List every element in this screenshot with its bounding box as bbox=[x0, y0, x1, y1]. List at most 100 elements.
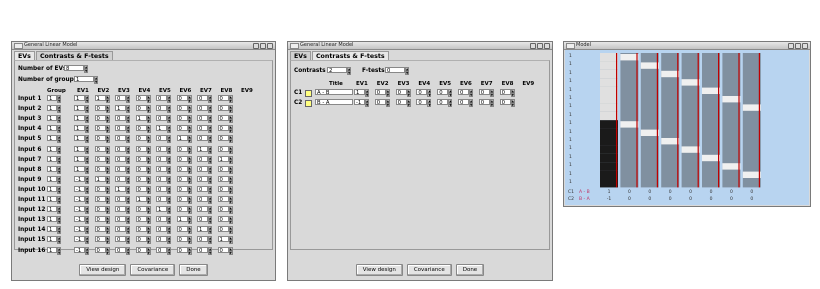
spin-icon[interactable]: ▲ ▼ bbox=[187, 216, 192, 225]
contrast-value-field[interactable]: 0 ▲ ▼ bbox=[437, 99, 453, 107]
ev-value-field[interactable]: 0 ▲ ▼ bbox=[156, 105, 171, 114]
group-field[interactable]: 1 ▲ ▼ bbox=[47, 246, 61, 255]
spin-icon[interactable]: ▲ ▼ bbox=[167, 226, 171, 235]
spin-icon[interactable]: ▲ ▼ bbox=[146, 115, 151, 124]
spin-icon[interactable]: ▲ ▼ bbox=[208, 145, 212, 154]
ev-value-field[interactable]: 1 ▲ ▼ bbox=[74, 105, 89, 114]
ev-value-field[interactable]: 0 ▲ ▼ bbox=[176, 125, 192, 134]
ev-value-field[interactable]: 0 ▲ ▼ bbox=[176, 206, 192, 215]
spin-icon[interactable]: ▲ ▼ bbox=[105, 135, 110, 144]
spin-icon[interactable]: ▲ ▼ bbox=[167, 206, 171, 215]
group-field[interactable]: 1 ▲ ▼ bbox=[47, 145, 61, 154]
ev-value-field[interactable]: 1 ▲ ▼ bbox=[94, 95, 110, 103]
ev-value-field[interactable]: 0 ▲ ▼ bbox=[217, 95, 233, 103]
group-field[interactable]: 1 ▲ ▼ bbox=[47, 185, 61, 194]
spin-icon[interactable]: ▲ ▼ bbox=[126, 196, 130, 204]
ev-value-field[interactable]: -1 ▲ ▼ bbox=[74, 226, 89, 235]
spin-icon[interactable]: ▲ ▼ bbox=[405, 67, 409, 75]
spin-icon[interactable]: ▲ ▼ bbox=[105, 115, 110, 124]
group-field[interactable]: 1 ▲ ▼ bbox=[47, 105, 61, 114]
ev-value-field[interactable]: 0 ▲ ▼ bbox=[197, 185, 212, 194]
spin-icon[interactable]: ▲ ▼ bbox=[105, 246, 110, 255]
ev-value-field[interactable]: 0 ▲ ▼ bbox=[217, 196, 233, 204]
spin-icon[interactable]: ▲ ▼ bbox=[57, 175, 61, 184]
spin-icon[interactable]: ▲ ▼ bbox=[85, 165, 89, 174]
ev-value-field[interactable]: 0 ▲ ▼ bbox=[197, 105, 212, 114]
ev-value-field[interactable]: -1 ▲ ▼ bbox=[74, 206, 89, 215]
spin-icon[interactable]: ▲ ▼ bbox=[126, 95, 130, 103]
spin-icon[interactable]: ▲ ▼ bbox=[187, 155, 192, 164]
spin-icon[interactable]: ▲ ▼ bbox=[105, 105, 110, 114]
ev-value-field[interactable]: 1 ▲ ▼ bbox=[176, 135, 192, 144]
spin-icon[interactable]: ▲ ▼ bbox=[126, 185, 130, 194]
spin-icon[interactable]: ▲ ▼ bbox=[85, 185, 89, 194]
spin-icon[interactable]: ▲ ▼ bbox=[85, 175, 89, 184]
ev-value-field[interactable]: 0 ▲ ▼ bbox=[156, 236, 171, 245]
spin-icon[interactable]: ▲ ▼ bbox=[57, 246, 61, 255]
spin-icon[interactable]: ▲ ▼ bbox=[146, 145, 151, 154]
contrast-value-field[interactable]: 0 ▲ ▼ bbox=[416, 89, 432, 97]
ev-value-field[interactable]: 1 ▲ ▼ bbox=[74, 135, 89, 144]
spin-icon[interactable]: ▲ ▼ bbox=[167, 236, 171, 245]
ev-value-field[interactable]: 1 ▲ ▼ bbox=[217, 155, 233, 164]
spin-icon[interactable]: ▲ ▼ bbox=[228, 175, 233, 184]
spin-icon[interactable]: ▲ ▼ bbox=[105, 175, 110, 184]
ev-value-field[interactable]: 0 ▲ ▼ bbox=[176, 155, 192, 164]
ev-value-field[interactable]: 0 ▲ ▼ bbox=[94, 125, 110, 134]
spin-icon[interactable]: ▲ ▼ bbox=[167, 125, 171, 134]
spin-icon[interactable]: ▲ ▼ bbox=[57, 135, 61, 144]
covariance-button[interactable]: Covariance bbox=[406, 264, 452, 276]
spin-icon[interactable]: ▲ ▼ bbox=[489, 99, 494, 107]
ev-value-field[interactable]: 0 ▲ ▼ bbox=[115, 155, 130, 164]
group-field[interactable]: 1 ▲ ▼ bbox=[47, 135, 61, 144]
spin-icon[interactable]: ▲ ▼ bbox=[228, 125, 233, 134]
spin-icon[interactable]: ▲ ▼ bbox=[126, 236, 130, 245]
ev-value-field[interactable]: 0 ▲ ▼ bbox=[176, 226, 192, 235]
titlebar[interactable]: General Linear Model bbox=[288, 42, 552, 50]
spin-icon[interactable]: ▲ ▼ bbox=[167, 196, 171, 204]
ev-value-field[interactable]: 0 ▲ ▼ bbox=[176, 95, 192, 103]
ev-value-field[interactable]: 0 ▲ ▼ bbox=[115, 236, 130, 245]
ev-value-field[interactable]: 1 ▲ ▼ bbox=[74, 145, 89, 154]
ev-value-field[interactable]: 0 ▲ ▼ bbox=[115, 115, 130, 124]
spin-icon[interactable]: ▲ ▼ bbox=[85, 226, 89, 235]
contrast-title-field[interactable]: B - A bbox=[315, 99, 353, 105]
ev-value-field[interactable]: -1 ▲ ▼ bbox=[74, 236, 89, 245]
ev-value-field[interactable]: 0 ▲ ▼ bbox=[135, 216, 151, 225]
spin-icon[interactable]: ▲ ▼ bbox=[510, 89, 515, 97]
spin-icon[interactable]: ▲ ▼ bbox=[167, 145, 171, 154]
ev-value-field[interactable]: -1 ▲ ▼ bbox=[74, 185, 89, 194]
ev-value-field[interactable]: 0 ▲ ▼ bbox=[156, 135, 171, 144]
spin-icon[interactable]: ▲ ▼ bbox=[167, 95, 171, 103]
spin-icon[interactable]: ▲ ▼ bbox=[126, 165, 130, 174]
spin-icon[interactable]: ▲ ▼ bbox=[105, 216, 110, 225]
ev-value-field[interactable]: 0 ▲ ▼ bbox=[135, 246, 151, 255]
ev-value-field[interactable]: 0 ▲ ▼ bbox=[115, 175, 130, 184]
group-field[interactable]: 1 ▲ ▼ bbox=[47, 216, 61, 225]
spin-icon[interactable]: ▲ ▼ bbox=[146, 185, 151, 194]
ev-value-field[interactable]: 0 ▲ ▼ bbox=[115, 95, 130, 103]
spin-icon[interactable]: ▲ ▼ bbox=[208, 95, 212, 103]
ev-value-field[interactable]: 0 ▲ ▼ bbox=[197, 206, 212, 215]
spin-icon[interactable]: ▲ ▼ bbox=[167, 246, 171, 255]
maximize-icon[interactable] bbox=[795, 43, 801, 49]
spin-icon[interactable]: ▲ ▼ bbox=[85, 95, 89, 103]
spin-icon[interactable]: ▲ ▼ bbox=[85, 105, 89, 114]
spin-icon[interactable]: ▲ ▼ bbox=[85, 125, 89, 134]
ev-value-field[interactable]: 0 ▲ ▼ bbox=[197, 115, 212, 124]
ev-value-field[interactable]: 0 ▲ ▼ bbox=[176, 246, 192, 255]
spin-icon[interactable]: ▲ ▼ bbox=[228, 216, 233, 225]
contrast-value-field[interactable]: 1 ▲ ▼ bbox=[354, 89, 369, 97]
ev-value-field[interactable]: 0 ▲ ▼ bbox=[94, 145, 110, 154]
spin-icon[interactable]: ▲ ▼ bbox=[105, 196, 110, 204]
spin-icon[interactable]: ▲ ▼ bbox=[94, 76, 98, 84]
ev-value-field[interactable]: -1 ▲ ▼ bbox=[74, 196, 89, 204]
ev-value-field[interactable]: 0 ▲ ▼ bbox=[197, 196, 212, 204]
contrast-value-field[interactable]: 0 ▲ ▼ bbox=[499, 89, 515, 97]
spin-icon[interactable]: ▲ ▼ bbox=[105, 226, 110, 235]
ev-value-field[interactable]: 0 ▲ ▼ bbox=[217, 135, 233, 144]
spin-icon[interactable]: ▲ ▼ bbox=[85, 216, 89, 225]
contrast-value-field[interactable]: 0 ▲ ▼ bbox=[395, 89, 411, 97]
ev-value-field[interactable]: 0 ▲ ▼ bbox=[135, 206, 151, 215]
spin-icon[interactable]: ▲ ▼ bbox=[208, 196, 212, 204]
